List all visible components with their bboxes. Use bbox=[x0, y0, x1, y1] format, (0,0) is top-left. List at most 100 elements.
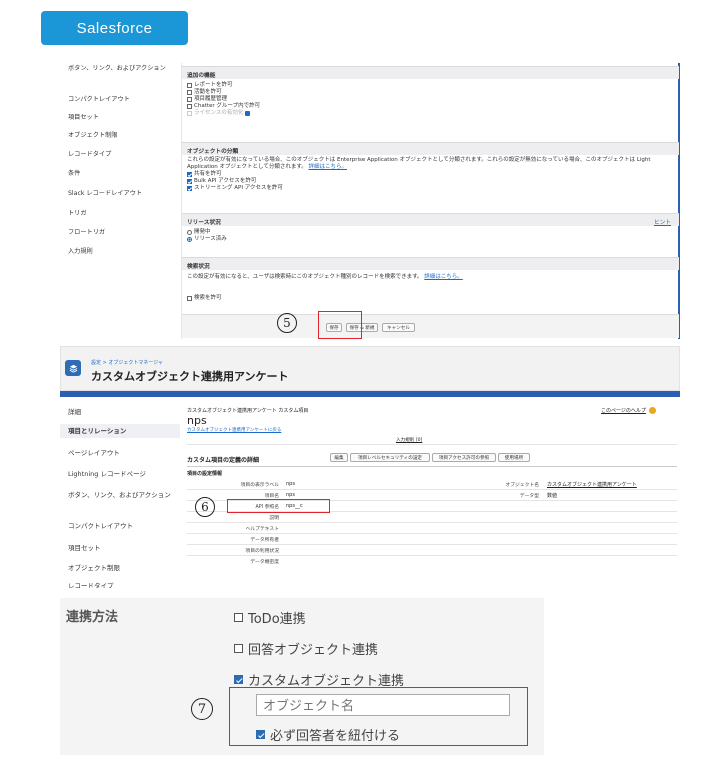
todo-integration-checkbox[interactable]: ToDo連携 bbox=[234, 608, 306, 627]
divider bbox=[187, 533, 677, 534]
data-type-label: データ型 bbox=[519, 494, 539, 499]
where-used-button[interactable]: 使用場所 bbox=[498, 453, 530, 462]
checkbox-label: レポートを許可 bbox=[194, 82, 233, 88]
sidebar-item-triggers[interactable]: トリガ bbox=[68, 209, 176, 218]
sidebar-item-buttons-links[interactable]: ボタン、リンク、およびアクション bbox=[68, 64, 176, 73]
divider bbox=[187, 489, 677, 490]
data-owner-label: データ所有者 bbox=[250, 538, 279, 543]
sidebar-item-fields-relationships[interactable]: 項目とリレーション bbox=[60, 424, 180, 438]
object-field-label: カスタムオブジェクト連携用アンケート カスタム項目 bbox=[187, 408, 309, 414]
integration-method-panel: 連携方法 ToDo連携 回答オブジェクト連携 カスタムオブジェクト連携 必ず回答… bbox=[60, 598, 544, 755]
section-title: 検索状況 bbox=[182, 257, 679, 270]
info-icon[interactable] bbox=[245, 111, 251, 116]
highlight-box bbox=[229, 687, 528, 746]
checkbox-label: 項目履歴管理 bbox=[194, 96, 228, 102]
checkbox-label: Chatter グループ内で許可 bbox=[194, 103, 261, 109]
sidebar-item-buttons-links[interactable]: ボタン、リンク、およびアクション bbox=[68, 491, 176, 500]
learn-more-link[interactable]: 詳細はこちら。 bbox=[424, 274, 463, 280]
enable-licensing-checkbox: ライセンスの有効化 bbox=[182, 110, 679, 117]
object-name-value[interactable]: カスタムオブジェクト連携用アンケート bbox=[547, 481, 637, 488]
step-6-marker: 6 bbox=[195, 497, 215, 517]
object-name-label: オブジェクト名 bbox=[505, 483, 539, 488]
object-settings-main: 追加の機能 レポートを許可 活動を許可 項目履歴管理 Chatter グループ内… bbox=[181, 63, 679, 339]
section-title: 追加の機能 bbox=[182, 66, 679, 79]
info-section-title: 項目の設定情報 bbox=[187, 471, 223, 477]
checkbox-label: ToDo連携 bbox=[248, 612, 306, 627]
custom-field-detail-panel: 設定 > オブジェクトマネージャ カスタムオブジェクト連携用アンケート 詳細 項… bbox=[60, 346, 680, 588]
sidebar-item-record-types[interactable]: レコードタイプ bbox=[68, 582, 176, 588]
checkbox-label: 共有を許可 bbox=[194, 171, 222, 177]
field-name-label: 項目名 bbox=[264, 494, 279, 499]
optional-features-section: 追加の機能 レポートを許可 活動を許可 項目履歴管理 Chatter グループ内… bbox=[182, 66, 679, 117]
deployment-status-section: リリース状況 ヒント 開発中 リリース済み bbox=[182, 213, 679, 243]
description-label: 説明 bbox=[269, 516, 279, 521]
edit-button[interactable]: 編集 bbox=[330, 453, 348, 462]
answer-object-checkbox[interactable]: 回答オブジェクト連携 bbox=[234, 639, 378, 658]
header-divider bbox=[60, 391, 680, 397]
object-icon bbox=[65, 360, 81, 376]
divider bbox=[187, 444, 677, 445]
checkbox-label: Bulk API アクセスを許可 bbox=[194, 178, 257, 184]
section-title: リリース状況 ヒント bbox=[182, 213, 679, 226]
help-icon bbox=[648, 407, 656, 414]
breadcrumb[interactable]: 設定 > オブジェクトマネージャ bbox=[91, 359, 163, 366]
back-link[interactable]: カスタムオブジェクト連携用アンケートに戻る bbox=[187, 427, 281, 433]
classification-description: これらの設定が有効になっている場合、このオブジェクトは Enterprise A… bbox=[187, 157, 651, 170]
step-7-marker: 7 bbox=[191, 698, 213, 720]
page-help-link[interactable]: このページのヘルプ bbox=[601, 407, 656, 414]
allow-sharing-checkbox[interactable]: 共有を許可 bbox=[182, 171, 679, 178]
sidebar-item-lightning-pages[interactable]: Lightning レコードページ bbox=[68, 470, 176, 479]
sidebar-item-compact-layout[interactable]: コンパクトレイアウト bbox=[68, 95, 176, 104]
data-type-value: 数値 bbox=[547, 493, 558, 499]
deployed-radio[interactable]: リリース済み bbox=[182, 236, 679, 243]
sidebar-item-record-types[interactable]: レコードタイプ bbox=[68, 150, 176, 159]
sidebar-item-object-limits[interactable]: オブジェクト制限 bbox=[68, 564, 176, 573]
divider bbox=[187, 555, 677, 556]
sidebar-item-object-limits[interactable]: オブジェクト制限 bbox=[68, 131, 176, 140]
checkbox-label: ライセンスの有効化 bbox=[194, 110, 244, 116]
field-label-value: nps bbox=[286, 481, 295, 487]
page-header: 設定 > オブジェクトマネージャ カスタムオブジェクト連携用アンケート bbox=[60, 346, 680, 391]
sidebar-item-flow-triggers[interactable]: フロートリガ bbox=[68, 228, 176, 237]
help-text-label: ヘルプテキスト bbox=[245, 527, 279, 532]
sidebar-item-slack-layout[interactable]: Slack レコードレイアウト bbox=[68, 189, 176, 198]
cancel-button[interactable]: キャンセル bbox=[382, 323, 415, 332]
sidebar-item-field-sets[interactable]: 項目セット bbox=[68, 113, 176, 122]
divider bbox=[187, 522, 677, 523]
button-bar: 保存 保存 & 新規 キャンセル bbox=[182, 314, 679, 338]
field-security-button[interactable]: 項目レベルセキュリティの設定 bbox=[350, 453, 430, 462]
highlight-box bbox=[318, 311, 362, 339]
sidebar-item-validation-rules[interactable]: 入力規則 bbox=[68, 247, 176, 256]
allow-reports-checkbox[interactable]: レポートを許可 bbox=[182, 82, 679, 89]
salesforce-badge: Salesforce bbox=[41, 11, 188, 45]
allow-activities-checkbox[interactable]: 活動を許可 bbox=[182, 89, 679, 96]
validation-rules-link[interactable]: 入力規則 [0] bbox=[396, 437, 422, 443]
field-history-checkbox[interactable]: 項目履歴管理 bbox=[182, 96, 679, 103]
sidebar-item-compact-layout[interactable]: コンパクトレイアウト bbox=[68, 522, 176, 531]
data-sensitivity-label: データ機密度 bbox=[250, 560, 279, 565]
integration-method-label: 連携方法 bbox=[66, 610, 119, 625]
radio-label: リリース済み bbox=[194, 236, 227, 242]
sidebar-item-field-sets[interactable]: 項目セット bbox=[68, 544, 176, 553]
highlight-box bbox=[227, 499, 330, 513]
checkbox-label: 検索を許可 bbox=[194, 295, 222, 301]
field-label-label: 項目の表示ラベル bbox=[240, 483, 279, 488]
in-development-radio[interactable]: 開発中 bbox=[182, 229, 679, 236]
search-description: この設定が有効になると、ユーザは検索時にこのオブジェクト種別のレコードを検索でき… bbox=[187, 274, 463, 280]
learn-more-link[interactable]: 詳細はこちら。 bbox=[309, 164, 348, 170]
checkbox-label: 回答オブジェクト連携 bbox=[248, 643, 379, 658]
divider bbox=[187, 544, 677, 545]
hint-link[interactable]: ヒント bbox=[654, 217, 671, 226]
sidebar-item-details[interactable]: 詳細 bbox=[68, 408, 176, 417]
field-title: nps bbox=[187, 414, 207, 427]
step-5-marker: 5 bbox=[277, 313, 297, 333]
streaming-api-checkbox[interactable]: ストリーミング API アクセスを許可 bbox=[182, 185, 679, 192]
chatter-groups-checkbox[interactable]: Chatter グループ内で許可 bbox=[182, 103, 679, 110]
allow-search-checkbox[interactable]: 検索を許可 bbox=[182, 295, 679, 302]
bulk-api-checkbox[interactable]: Bulk API アクセスを許可 bbox=[182, 178, 679, 185]
search-status-section: 検索状況 この設定が有効になると、ユーザは検索時にこのオブジェクト種別のレコード… bbox=[182, 257, 679, 302]
sidebar-item-page-layouts[interactable]: ページレイアウト bbox=[68, 449, 176, 458]
sidebar-item-conditions[interactable]: 条件 bbox=[68, 169, 176, 178]
radio-label: 開発中 bbox=[194, 229, 211, 235]
field-permissions-button[interactable]: 項目アクセス許可の参照 bbox=[432, 453, 496, 462]
